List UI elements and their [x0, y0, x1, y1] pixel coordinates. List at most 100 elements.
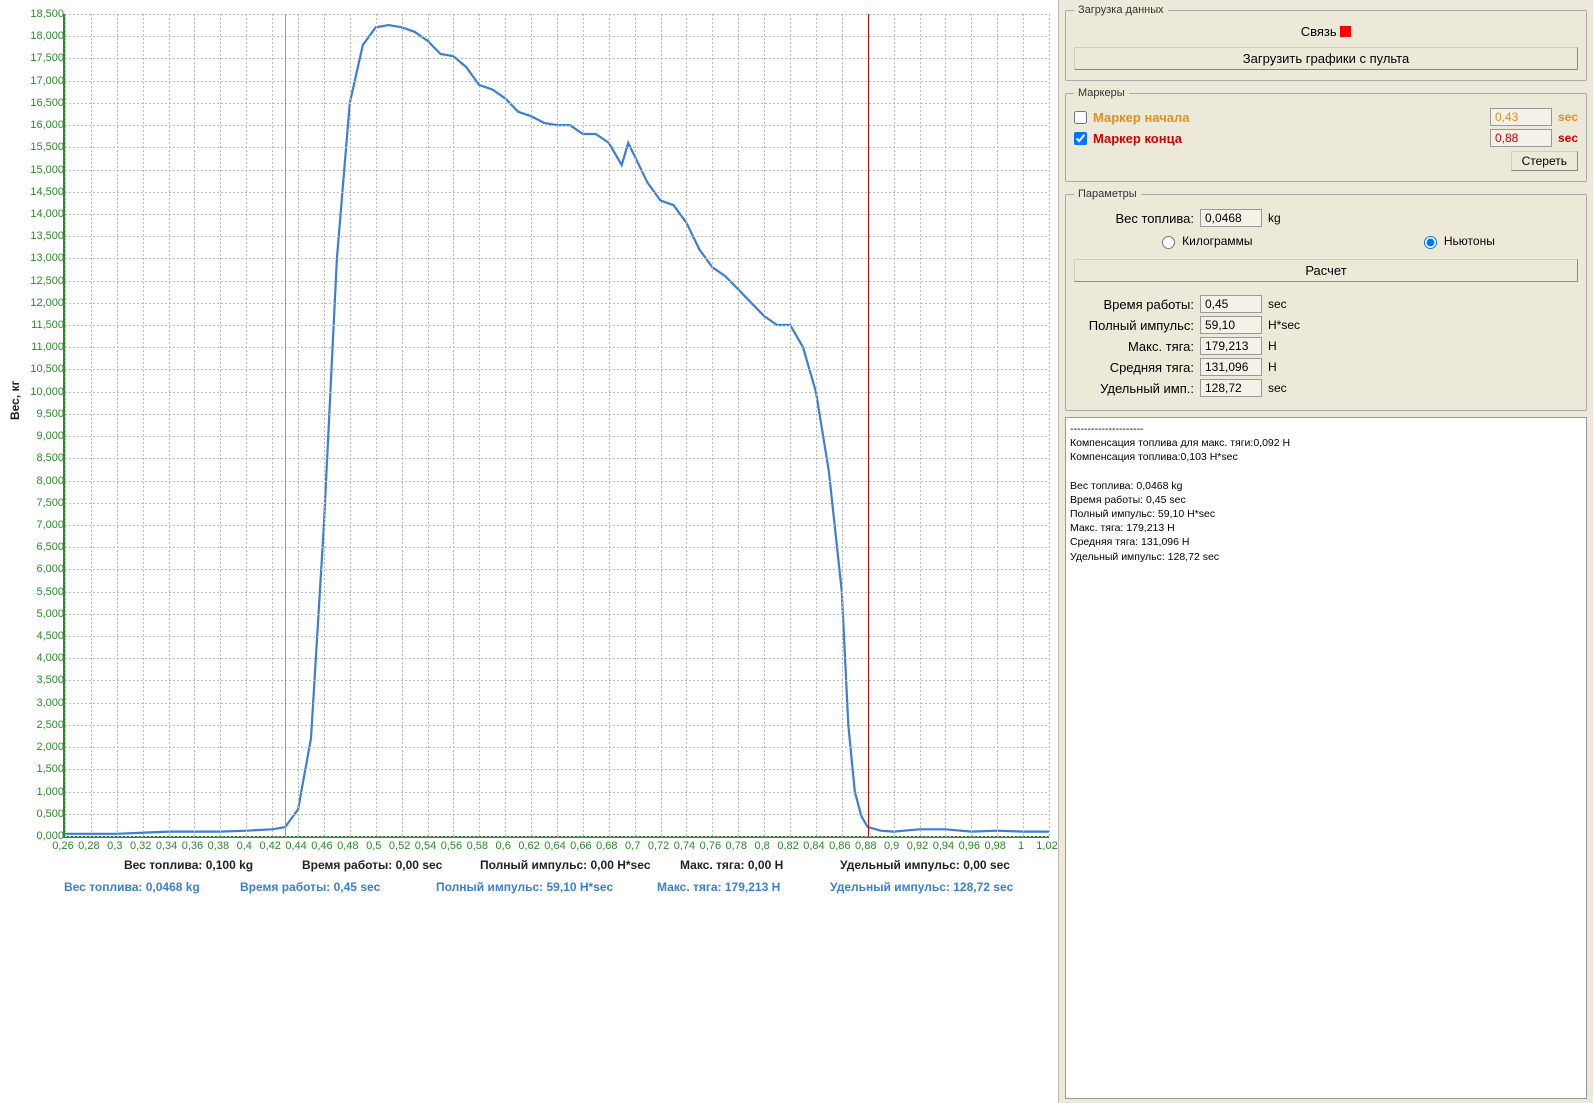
unit-n-radio[interactable]	[1424, 236, 1437, 249]
footer-imp-green: Полный импульс: 0,00 H*sec	[480, 858, 651, 872]
load-graphs-button[interactable]: Загрузить графики с пульта	[1074, 47, 1578, 70]
footer-spec-green: Удельный импульс: 0,00 sec	[840, 858, 1010, 872]
x-tick: 0,72	[648, 840, 669, 852]
x-tick: 0,92	[907, 840, 928, 852]
y-tick: 15,000	[14, 164, 64, 176]
marker-start-checkbox[interactable]	[1074, 111, 1087, 124]
y-tick: 11,000	[14, 341, 64, 353]
marker-start-row: Маркер начала sec	[1074, 108, 1578, 126]
marker-end-value[interactable]	[1490, 129, 1552, 147]
x-tick: 1,02	[1036, 840, 1057, 852]
x-tick: 0,34	[156, 840, 177, 852]
x-tick: 0,44	[285, 840, 306, 852]
y-tick: 1,000	[14, 786, 64, 798]
x-tick: 0,86	[829, 840, 850, 852]
x-tick: 0,68	[596, 840, 617, 852]
x-tick: 0,96	[959, 840, 980, 852]
footer-time-green: Время работы: 0,00 sec	[302, 858, 442, 872]
plot-area[interactable]	[63, 14, 1049, 838]
fuel-weight-label: Вес топлива:	[1074, 211, 1200, 226]
unit-kg-radio[interactable]	[1162, 236, 1175, 249]
erase-button[interactable]: Стереть	[1511, 151, 1578, 171]
x-tick: 0,88	[855, 840, 876, 852]
x-tick: 0,46	[311, 840, 332, 852]
work-time-value	[1200, 295, 1262, 313]
sidebar: Загрузка данных Связь Загрузить графики …	[1059, 0, 1593, 1103]
x-tick: 0,8	[755, 840, 770, 852]
x-tick: 0,58	[467, 840, 488, 852]
total-imp-unit: H*sec	[1268, 318, 1300, 332]
x-tick: 0,82	[777, 840, 798, 852]
avg-thrust-value	[1200, 358, 1262, 376]
y-tick: 17,000	[14, 75, 64, 87]
avg-thrust-unit: H	[1268, 360, 1277, 374]
spec-imp-unit: sec	[1268, 381, 1287, 395]
log-output[interactable]: --------------------- Компенсация топлив…	[1065, 417, 1587, 1099]
fuel-weight-input[interactable]	[1200, 209, 1262, 227]
calculate-button[interactable]: Расчет	[1074, 259, 1578, 282]
x-tick: 0,56	[441, 840, 462, 852]
x-tick: 0,7	[625, 840, 640, 852]
x-tick: 0,98	[984, 840, 1005, 852]
y-tick: 14,500	[14, 186, 64, 198]
y-tick: 12,000	[14, 297, 64, 309]
x-tick: 0,48	[337, 840, 358, 852]
marker-start-line[interactable]	[285, 14, 286, 836]
marker-end-unit: sec	[1558, 131, 1578, 145]
y-tick: 11,500	[14, 319, 64, 331]
marker-end-line[interactable]	[868, 14, 869, 836]
unit-kg-option[interactable]: Килограммы	[1157, 233, 1252, 249]
x-tick: 0,54	[415, 840, 436, 852]
x-tick: 0,3	[107, 840, 122, 852]
x-tick: 0,94	[933, 840, 954, 852]
y-tick: 4,500	[14, 630, 64, 642]
y-tick: 13,000	[14, 252, 64, 264]
footer-max-green: Макс. тяга: 0,00 H	[680, 858, 783, 872]
y-tick: 14,000	[14, 208, 64, 220]
x-tick: 0,4	[237, 840, 252, 852]
y-tick: 4,000	[14, 652, 64, 664]
y-tick: 10,500	[14, 363, 64, 375]
spec-imp-value	[1200, 379, 1262, 397]
unit-n-label: Ньютоны	[1444, 234, 1495, 248]
avg-thrust-label: Средняя тяга:	[1074, 360, 1200, 375]
y-tick: 13,500	[14, 230, 64, 242]
y-tick: 12,500	[14, 275, 64, 287]
x-tick: 0,26	[52, 840, 73, 852]
work-time-label: Время работы:	[1074, 297, 1200, 312]
connection-indicator-icon	[1340, 26, 1351, 37]
total-imp-value	[1200, 316, 1262, 334]
y-tick: 7,500	[14, 497, 64, 509]
fuel-weight-unit: kg	[1268, 211, 1281, 225]
max-thrust-label: Макс. тяга:	[1074, 339, 1200, 354]
x-tick: 0,52	[389, 840, 410, 852]
footer-spec-blue: Удельный импульс: 128,72 sec	[830, 880, 1013, 894]
marker-end-row: Маркер конца sec	[1074, 129, 1578, 147]
marker-end-checkbox[interactable]	[1074, 132, 1087, 145]
y-tick: 3,500	[14, 674, 64, 686]
marker-end-label: Маркер конца	[1093, 131, 1484, 146]
x-tick: 0,9	[884, 840, 899, 852]
y-tick: 5,500	[14, 586, 64, 598]
x-tick: 0,66	[570, 840, 591, 852]
y-tick: 9,500	[14, 408, 64, 420]
y-tick: 5,000	[14, 608, 64, 620]
y-tick: 17,500	[14, 52, 64, 64]
max-thrust-value	[1200, 337, 1262, 355]
x-tick: 0,6	[496, 840, 511, 852]
footer-imp-blue: Полный импульс: 59,10 H*sec	[436, 880, 613, 894]
y-tick: 1,500	[14, 763, 64, 775]
y-tick: 6,500	[14, 541, 64, 553]
x-tick: 0,76	[700, 840, 721, 852]
group-markers: Маркеры Маркер начала sec Маркер конца s…	[1065, 87, 1587, 182]
y-tick: 8,500	[14, 452, 64, 464]
unit-n-option[interactable]: Ньютоны	[1419, 233, 1495, 249]
connection-label: Связь	[1301, 24, 1337, 39]
y-tick: 18,500	[14, 8, 64, 20]
y-tick: 7,000	[14, 519, 64, 531]
max-thrust-unit: H	[1268, 339, 1277, 353]
x-tick: 0,38	[208, 840, 229, 852]
marker-start-value[interactable]	[1490, 108, 1552, 126]
chart-pane[interactable]: Вес, кг Вес топлива: 0,100 kg Время рабо…	[0, 0, 1059, 1103]
footer-max-blue: Макс. тяга: 179,213 H	[657, 880, 780, 894]
